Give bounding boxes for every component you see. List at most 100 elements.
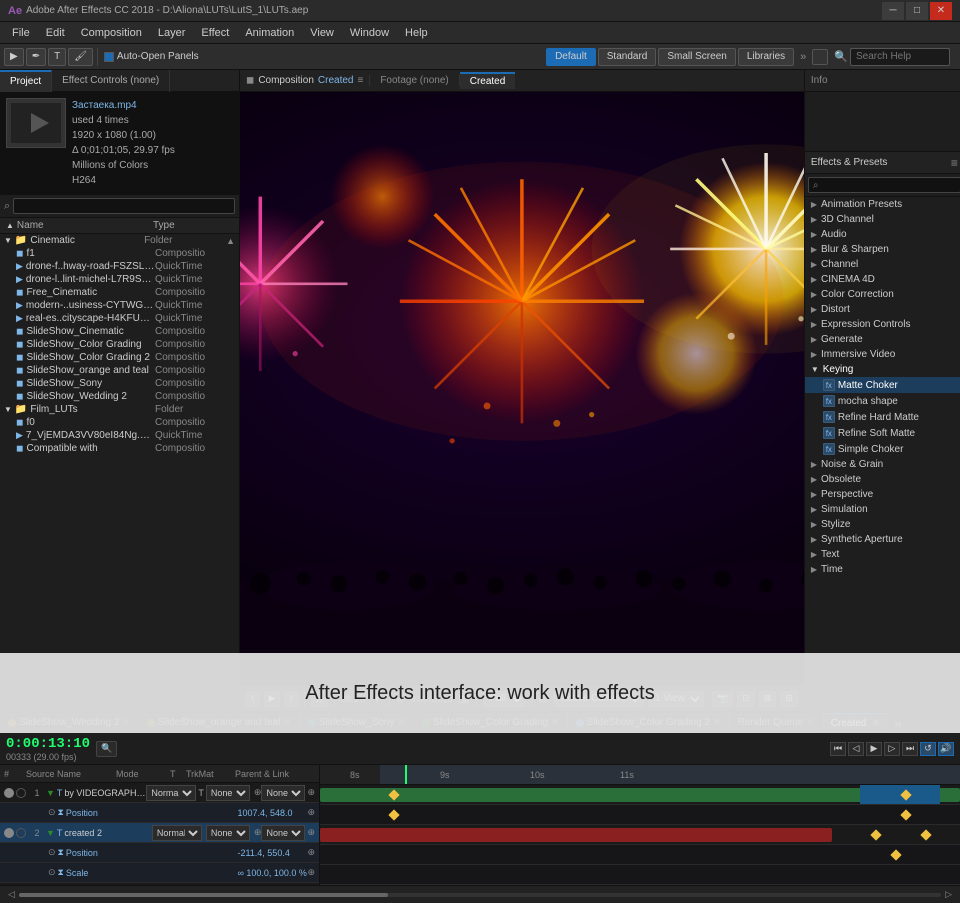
list-item[interactable]: ◼ SlideShow_Color Grading Compositio (0, 338, 239, 351)
effect-refine-soft-matte[interactable]: fx Refine Soft Matte (805, 425, 960, 441)
category-noise-grain[interactable]: ▶ Noise & Grain (805, 457, 960, 472)
layer-vis-1[interactable] (4, 788, 14, 798)
close-button[interactable]: ✕ (930, 2, 952, 20)
layer-trkmat-2[interactable]: None (206, 825, 250, 841)
layer-mode-1[interactable]: Normal (146, 785, 196, 801)
first-frame-btn[interactable]: ⏮ (830, 742, 846, 756)
category-keying[interactable]: ▼ Keying (805, 362, 960, 377)
prev-keyframe-btn[interactable]: ◁ (848, 742, 864, 756)
category-color-correction[interactable]: ▶ Color Correction (805, 287, 960, 302)
effect-simple-choker[interactable]: fx Simple Choker (805, 441, 960, 457)
created-sub-tab[interactable]: Created (460, 72, 516, 89)
category-animation-presets[interactable]: ▶ Animation Presets (805, 197, 960, 212)
tool-brush[interactable]: 🖌 (68, 48, 93, 66)
sub-keyframe-2[interactable] (900, 809, 911, 820)
scale-slider[interactable] (19, 893, 941, 897)
category-expression-controls[interactable]: ▶ Expression Controls (805, 317, 960, 332)
play-stop-btn[interactable]: ▶ (866, 742, 882, 756)
layer-expand-2[interactable]: ▼ (46, 828, 55, 838)
list-item[interactable]: ◼ SlideShow_Wedding 2 Compositio (0, 390, 239, 403)
category-cinema4d[interactable]: ▶ CINEMA 4D (805, 272, 960, 287)
category-text[interactable]: ▶ Text (805, 547, 960, 562)
keyframe-2b[interactable] (920, 829, 931, 840)
category-channel[interactable]: ▶ Channel (805, 257, 960, 272)
layer-mode-2[interactable]: Normal (152, 825, 202, 841)
layer-expand-1[interactable]: ▼ (46, 788, 55, 798)
category-perspective[interactable]: ▶ Perspective (805, 487, 960, 502)
menu-composition[interactable]: Composition (73, 22, 150, 44)
workspace-options[interactable] (812, 49, 828, 65)
list-item[interactable]: ◼ f0 Compositio (0, 416, 239, 429)
workspace-default[interactable]: Default (546, 48, 596, 66)
tab-project[interactable]: Project (0, 70, 52, 92)
sub-layer-scale-2[interactable]: ⊙ ⧗ Scale ∞ 100.0, 100.0 % ⊕ (0, 863, 319, 883)
list-item[interactable]: ◼ Free_Cinematic Compositio (0, 286, 239, 299)
list-item[interactable]: ▶ real-es..cityscape-H4KFUL9.mov QuickTi… (0, 312, 239, 325)
list-item[interactable]: ◼ Compatible with Compositio (0, 442, 239, 455)
project-search-input[interactable] (13, 198, 235, 214)
tool-pen[interactable]: ✒ (26, 48, 46, 66)
scale-handle[interactable] (19, 893, 388, 897)
list-item[interactable]: ◼ SlideShow_Cinematic Compositio (0, 325, 239, 338)
workspace-small-screen[interactable]: Small Screen (658, 48, 735, 66)
list-item[interactable]: ▶ modern-..usiness-CYTWGFA.mov QuickTime (0, 299, 239, 312)
layer-parent-2[interactable]: None (261, 825, 305, 841)
folder-cinematic[interactable]: ▼ 📁 Cinematic Folder ▲ (0, 234, 239, 247)
playhead[interactable] (405, 765, 407, 784)
sub-keyframe-2a[interactable] (890, 849, 901, 860)
layer-vis-2[interactable] (4, 828, 14, 838)
category-distort[interactable]: ▶ Distort (805, 302, 960, 317)
menu-layer[interactable]: Layer (150, 22, 194, 44)
tool-text[interactable]: T (48, 48, 66, 66)
list-item[interactable]: ◼ SlideShow_Color Grading 2 Compositio (0, 351, 239, 364)
workspace-standard[interactable]: Standard (598, 48, 657, 66)
category-time[interactable]: ▶ Time (805, 562, 960, 577)
menu-effect[interactable]: Effect (193, 22, 237, 44)
list-item[interactable]: ◼ SlideShow_orange and teal Compositio (0, 364, 239, 377)
menu-animation[interactable]: Animation (237, 22, 302, 44)
category-generate[interactable]: ▶ Generate (805, 332, 960, 347)
tab-effect-controls[interactable]: Effect Controls (none) (52, 70, 170, 92)
tool-select[interactable]: ▶ (4, 48, 24, 66)
effect-matte-choker[interactable]: fx Matte Choker (805, 377, 960, 393)
auto-open-checkbox[interactable] (104, 52, 114, 62)
tl-search-btn[interactable]: 🔍 (96, 741, 117, 757)
layer-parent-1[interactable]: None (261, 785, 305, 801)
category-obsolete[interactable]: ▶ Obsolete (805, 472, 960, 487)
sub-layer-position-1[interactable]: ⊙ ⧗ Position 1007.4, 548.0 ⊕ (0, 803, 319, 823)
category-synthetic-aperture[interactable]: ▶ Synthetic Aperture (805, 532, 960, 547)
layer-trkmat-1[interactable]: None (206, 785, 250, 801)
menu-help[interactable]: Help (397, 22, 436, 44)
minimize-button[interactable]: ─ (882, 2, 904, 20)
list-item[interactable]: ◼ f1 Compositio (0, 247, 239, 260)
sub-layer-position-2[interactable]: ⊙ ⧗ Position -211.4, 550.4 ⊕ (0, 843, 319, 863)
menu-edit[interactable]: Edit (38, 22, 73, 44)
search-input[interactable] (850, 48, 950, 66)
category-simulation[interactable]: ▶ Simulation (805, 502, 960, 517)
layer-lock-1[interactable] (16, 788, 26, 798)
effect-refine-hard-matte[interactable]: fx Refine Hard Matte (805, 409, 960, 425)
category-blur-sharpen[interactable]: ▶ Blur & Sharpen (805, 242, 960, 257)
folder-film-luts[interactable]: ▼ 📁 Film_LUTs Folder (0, 403, 239, 416)
list-item[interactable]: ▶ 7_VjEMDA3VV80eI84Ng.mov QuickTime (0, 429, 239, 442)
menu-file[interactable]: File (4, 22, 38, 44)
maximize-button[interactable]: □ (906, 2, 928, 20)
layer-row-2[interactable]: 2 ▼ T created 2 Normal None ⊕ None ⊕ (0, 823, 319, 843)
next-keyframe-btn[interactable]: ▷ (884, 742, 900, 756)
sub-keyframe-1[interactable] (388, 809, 399, 820)
list-item[interactable]: ▶ drone-l..lint-michel-L7R9SXP.mov Quick… (0, 273, 239, 286)
category-stylize[interactable]: ▶ Stylize (805, 517, 960, 532)
comp-tab-close[interactable]: ≡ (357, 75, 363, 86)
workspace-more[interactable]: » (796, 51, 810, 63)
effect-mocha-shape[interactable]: fx mocha shape (805, 393, 960, 409)
layer-row-1[interactable]: 1 ▼ T by VIDEOGRAPHY 2 Normal T None ⊕ N… (0, 783, 319, 803)
category-audio[interactable]: ▶ Audio (805, 227, 960, 242)
workspace-libraries[interactable]: Libraries (738, 48, 794, 66)
scale-zoom-out[interactable]: ◁ (4, 889, 19, 900)
keyframe-2a[interactable] (870, 829, 881, 840)
scale-zoom-in[interactable]: ▷ (941, 889, 956, 900)
menu-view[interactable]: View (302, 22, 342, 44)
loop-btn[interactable]: ↺ (920, 742, 936, 756)
list-item[interactable]: ▶ drone-f..hway-road-FSZSL3V.mov QuickTi… (0, 260, 239, 273)
list-item[interactable]: ◼ SlideShow_Sony Compositio (0, 377, 239, 390)
